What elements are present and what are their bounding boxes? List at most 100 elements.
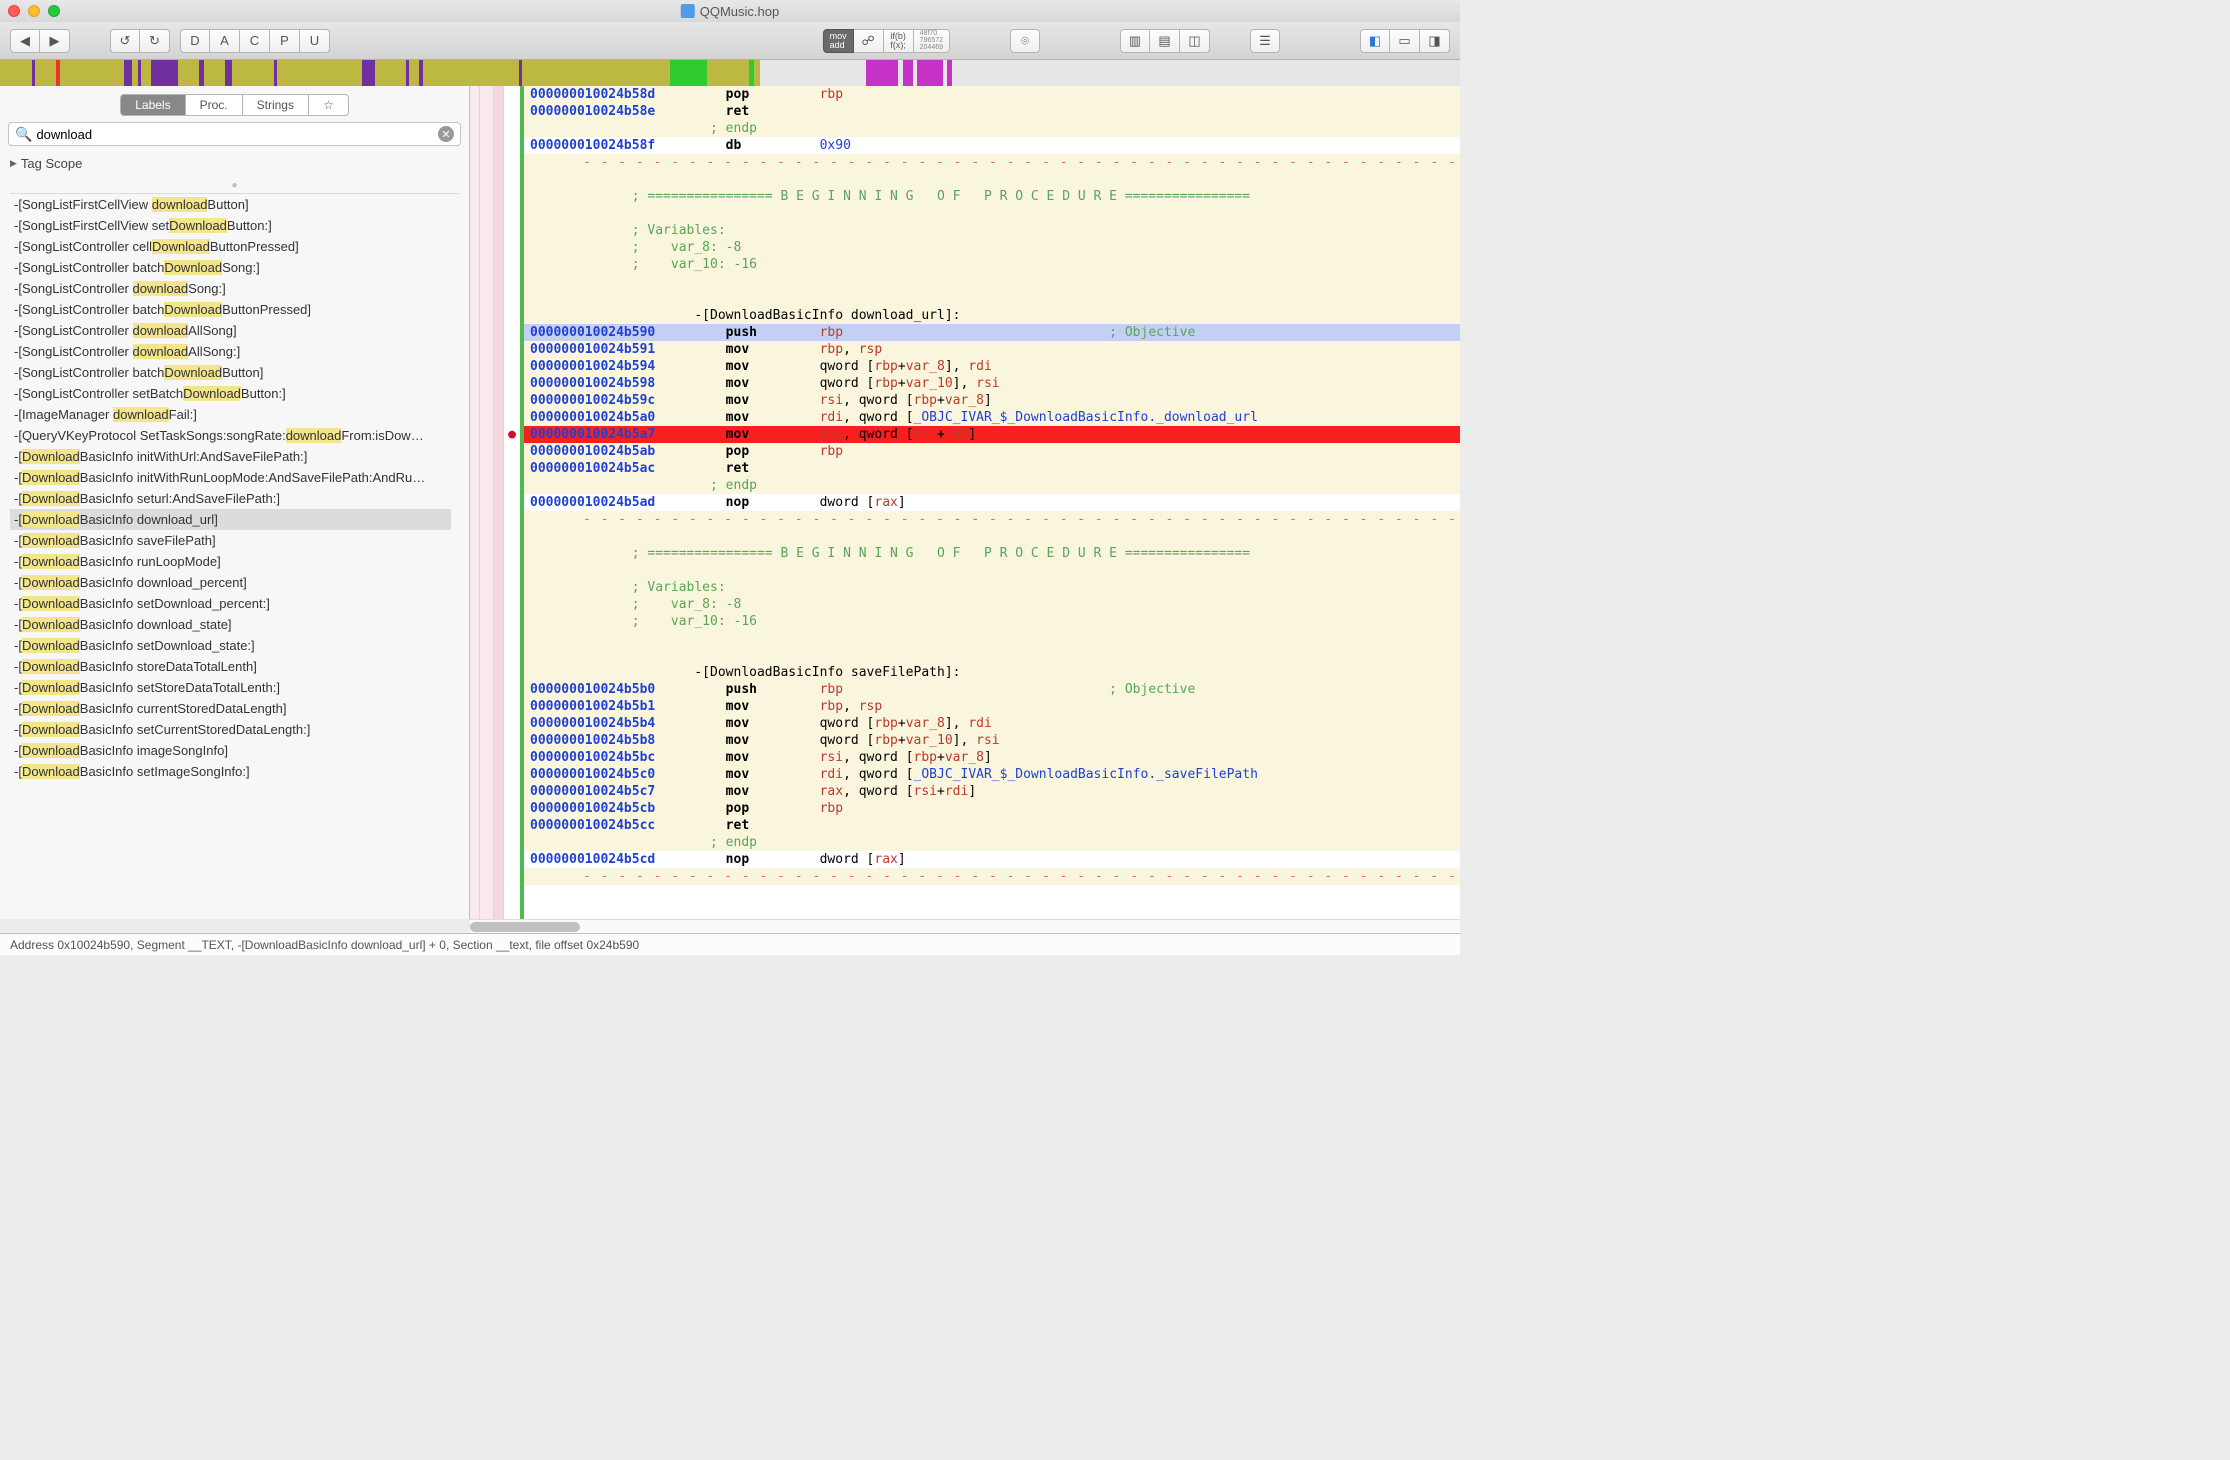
label-item[interactable]: -[DownloadBasicInfo saveFilePath] <box>10 530 451 551</box>
code-line[interactable]: 000000010024b5b1 mov rbp, rsp <box>524 698 1460 715</box>
label-item[interactable]: -[SongListController batchDownloadSong:] <box>10 257 451 278</box>
label-item[interactable]: -[SongListController batchDownloadButton… <box>10 299 451 320</box>
code-line[interactable]: 000000010024b5ab pop rbp <box>524 443 1460 460</box>
search-input[interactable] <box>36 127 438 142</box>
label-item[interactable]: -[QueryVKeyProtocol SetTaskSongs:songRat… <box>10 425 451 446</box>
code-line[interactable]: ; Variables: <box>524 579 1460 596</box>
type-d-button[interactable]: D <box>180 29 210 53</box>
code-line[interactable]: ; var_10: -16 <box>524 613 1460 630</box>
code-line[interactable] <box>524 171 1460 188</box>
code-line[interactable]: 000000010024b5cc ret <box>524 817 1460 834</box>
label-item[interactable]: -[SongListController downloadAllSong:] <box>10 341 451 362</box>
code-line[interactable] <box>524 647 1460 664</box>
label-item[interactable]: -[DownloadBasicInfo setDownload_percent:… <box>10 593 451 614</box>
type-u-button[interactable]: U <box>300 29 330 53</box>
code-line[interactable]: 000000010024b58e ret <box>524 103 1460 120</box>
code-line[interactable]: ; endp <box>524 120 1460 137</box>
label-item[interactable]: -[DownloadBasicInfo download_state] <box>10 614 451 635</box>
label-item[interactable]: -[SongListController cellDownloadButtonP… <box>10 236 451 257</box>
tab-strings[interactable]: Strings <box>243 94 309 116</box>
label-item[interactable]: -[DownloadBasicInfo setStoreDataTotalLen… <box>10 677 451 698</box>
code-line[interactable]: - - - - - - - - - - - - - - - - - - - - … <box>524 868 1460 885</box>
label-item[interactable]: -[DownloadBasicInfo download_percent] <box>10 572 451 593</box>
label-item[interactable]: -[ImageManager downloadFail:] <box>10 404 451 425</box>
code-line[interactable]: -[DownloadBasicInfo saveFilePath]: <box>524 664 1460 681</box>
code-line[interactable]: 000000010024b5ac ret <box>524 460 1460 477</box>
tag-scope-toggle[interactable]: Tag Scope <box>0 152 469 177</box>
label-item[interactable]: -[DownloadBasicInfo setImageSongInfo:] <box>10 761 451 782</box>
code-line[interactable]: ; endp <box>524 834 1460 851</box>
tab-[interactable]: ☆ <box>309 94 349 116</box>
layout-button-2[interactable]: ◫ <box>1180 29 1210 53</box>
hex-mode-button[interactable]: 48f70 786572 204469 <box>914 29 950 53</box>
label-item[interactable]: -[DownloadBasicInfo imageSongInfo] <box>10 740 451 761</box>
code-line[interactable]: 000000010024b5cd nop dword [rax] <box>524 851 1460 868</box>
label-item[interactable]: -[DownloadBasicInfo initWithUrl:AndSaveF… <box>10 446 451 467</box>
segment-minimap[interactable] <box>0 60 1460 86</box>
label-item[interactable]: -[SongListFirstCellView setDownloadButto… <box>10 215 451 236</box>
code-line[interactable]: 000000010024b58f db 0x90 <box>524 137 1460 154</box>
code-line[interactable] <box>524 562 1460 579</box>
code-line[interactable]: 000000010024b58d pop rbp <box>524 86 1460 103</box>
code-line[interactable] <box>524 630 1460 647</box>
nav-forward-button[interactable]: ▶ <box>40 29 70 53</box>
tab-labels[interactable]: Labels <box>120 94 185 116</box>
code-line[interactable]: 000000010024b5b4 mov qword [rbp+var_8], … <box>524 715 1460 732</box>
label-item[interactable]: -[DownloadBasicInfo runLoopMode] <box>10 551 451 572</box>
code-line[interactable]: ; ================ B E G I N N I N G O F… <box>524 545 1460 562</box>
code-line[interactable]: 000000010024b5c0 mov rdi, qword [_OBJC_I… <box>524 766 1460 783</box>
breakpoint-marker[interactable]: ● <box>504 426 520 443</box>
label-item[interactable]: -[DownloadBasicInfo setCurrentStoredData… <box>10 719 451 740</box>
cfg-mode-button[interactable]: ☍ <box>854 29 884 53</box>
breakpoint-gutter[interactable]: ● <box>504 86 520 919</box>
close-window-button[interactable] <box>8 5 20 17</box>
label-item[interactable]: -[SongListFirstCellView downloadButton] <box>10 194 451 215</box>
label-item[interactable]: -[SongListController batchDownloadButton… <box>10 362 451 383</box>
code-line[interactable] <box>524 273 1460 290</box>
code-line[interactable]: 000000010024b5b8 mov qword [rbp+var_10],… <box>524 732 1460 749</box>
code-line[interactable] <box>524 528 1460 545</box>
code-line[interactable]: 000000010024b598 mov qword [rbp+var_10],… <box>524 375 1460 392</box>
clear-search-button[interactable]: ✕ <box>438 126 454 142</box>
asm-mode-button[interactable]: mov add <box>823 29 854 53</box>
code-line[interactable]: 000000010024b5c7 mov rax, qword [rsi+rdi… <box>524 783 1460 800</box>
code-line[interactable]: 000000010024b590 push rbp ; Objective <box>524 324 1460 341</box>
left-panel-toggle[interactable]: ◧ <box>1360 29 1390 53</box>
disasm-hscroll[interactable] <box>470 919 1460 933</box>
right-panel-toggle[interactable]: ◨ <box>1420 29 1450 53</box>
code-line[interactable]: 000000010024b591 mov rbp, rsp <box>524 341 1460 358</box>
type-c-button[interactable]: C <box>240 29 270 53</box>
code-line[interactable]: 000000010024b5a0 mov rdi, qword [_OBJC_I… <box>524 409 1460 426</box>
code-line[interactable]: 000000010024b5cb pop rbp <box>524 800 1460 817</box>
label-item[interactable]: -[SongListController downloadAllSong] <box>10 320 451 341</box>
bottom-panel-toggle[interactable]: ▭ <box>1390 29 1420 53</box>
label-item[interactable]: -[DownloadBasicInfo download_url] <box>10 509 451 530</box>
options-button[interactable]: ☰ <box>1250 29 1280 53</box>
divider-handle[interactable]: ● <box>0 177 469 193</box>
code-line[interactable]: 000000010024b5bc mov rsi, qword [rbp+var… <box>524 749 1460 766</box>
code-line[interactable]: 000000010024b5b0 push rbp ; Objective <box>524 681 1460 698</box>
code-line[interactable]: ; var_10: -16 <box>524 256 1460 273</box>
label-item[interactable]: -[DownloadBasicInfo currentStoredDataLen… <box>10 698 451 719</box>
code-line[interactable]: 000000010024b59c mov rsi, qword [rbp+var… <box>524 392 1460 409</box>
label-item[interactable]: -[DownloadBasicInfo seturl:AndSaveFilePa… <box>10 488 451 509</box>
code-line[interactable] <box>524 290 1460 307</box>
pseudo-mode-button[interactable]: if(b) f(x); <box>884 29 914 53</box>
cpu-button[interactable]: ⌾ <box>1010 29 1040 53</box>
code-line[interactable]: -[DownloadBasicInfo download_url]: <box>524 307 1460 324</box>
code-line[interactable]: ; endp <box>524 477 1460 494</box>
label-item[interactable]: -[SongListController setBatchDownloadBut… <box>10 383 451 404</box>
undo-button[interactable]: ↺ <box>110 29 140 53</box>
code-line[interactable]: ; var_8: -8 <box>524 239 1460 256</box>
label-item[interactable]: -[DownloadBasicInfo initWithRunLoopMode:… <box>10 467 451 488</box>
tab-proc[interactable]: Proc. <box>186 94 243 116</box>
nav-back-button[interactable]: ◀ <box>10 29 40 53</box>
label-item[interactable]: -[DownloadBasicInfo storeDataTotalLenth] <box>10 656 451 677</box>
code-area[interactable]: 000000010024b58d pop rbp000000010024b58e… <box>524 86 1460 919</box>
code-line[interactable]: ; Variables: <box>524 222 1460 239</box>
code-line[interactable]: - - - - - - - - - - - - - - - - - - - - … <box>524 511 1460 528</box>
type-a-button[interactable]: A <box>210 29 240 53</box>
code-line[interactable]: - - - - - - - - - - - - - - - - - - - - … <box>524 154 1460 171</box>
layout-button-0[interactable]: ▥ <box>1120 29 1150 53</box>
label-list[interactable]: -[SongListFirstCellView downloadButton]-… <box>10 194 451 919</box>
